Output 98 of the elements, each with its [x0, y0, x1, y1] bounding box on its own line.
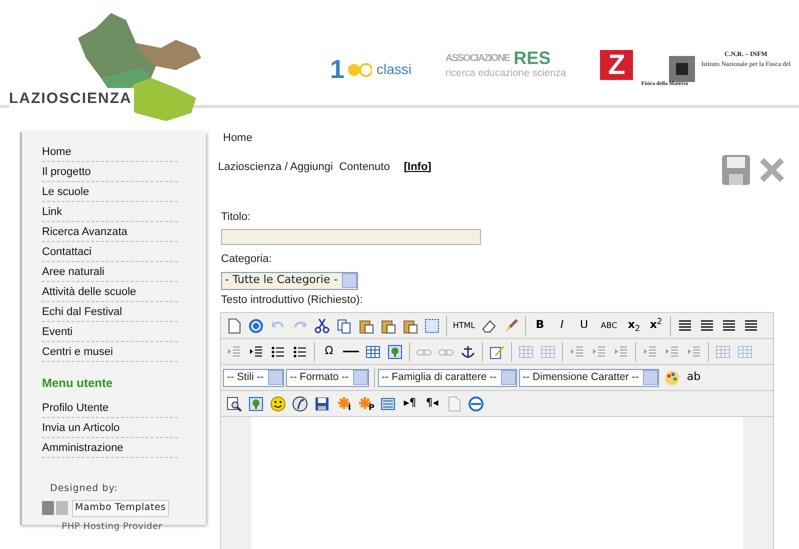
menu-link[interactable]: Le scuole	[42, 182, 178, 202]
clipboard-icon	[358, 318, 374, 334]
menu-link[interactable]: Home	[42, 142, 178, 162]
logo-text: ricerca educazione scienza	[445, 67, 566, 81]
menu-link[interactable]: Ricerca Avanzata	[42, 222, 178, 242]
pencil-icon	[489, 344, 505, 360]
asterisk-icon	[358, 396, 374, 412]
format-button[interactable]: Ω	[318, 342, 340, 362]
menu-link[interactable]: Link	[42, 202, 178, 222]
style-select[interactable]: -- Famiglia di carattere --	[378, 368, 517, 386]
page-icon	[226, 318, 242, 334]
logo-text: LAZIOSCIENZA	[9, 88, 134, 110]
info-link[interactable]: [Info]	[404, 158, 432, 175]
indent-icon	[664, 344, 680, 360]
menu-link[interactable]: Amministrazione	[42, 438, 178, 458]
logo-text: Z	[600, 50, 634, 80]
format-button[interactable]: ab	[682, 368, 705, 388]
table-icon	[518, 344, 534, 360]
format-button[interactable]: U	[573, 316, 595, 336]
logo-text: ASSOCIAZIONE	[445, 52, 510, 66]
list-icon	[292, 344, 308, 360]
style-select[interactable]: -- Formato --	[286, 368, 369, 386]
field-label: Categoria:	[221, 252, 273, 267]
eraser-icon	[481, 318, 497, 334]
clipboard-icon	[402, 318, 418, 334]
menu-link[interactable]: Eventi	[42, 322, 178, 342]
preview-icon	[226, 396, 242, 412]
anchor-icon	[460, 344, 476, 360]
format-button[interactable]: I	[551, 316, 573, 336]
style-select[interactable]: -- Dimensione Caratter --	[518, 368, 659, 386]
floppy-icon	[721, 154, 751, 186]
template-logo-icon	[42, 501, 68, 516]
help-icon	[248, 318, 264, 334]
align-icon	[721, 318, 737, 334]
palette-icon	[664, 370, 680, 386]
template-badge[interactable]: Mambo Templates	[72, 500, 169, 516]
flash-icon	[292, 396, 308, 412]
format-button[interactable]: ▸¶	[399, 394, 421, 414]
format-button[interactable]: x$^{2}$	[645, 316, 667, 336]
clipboard-icon	[380, 318, 396, 334]
indent-icon	[569, 344, 585, 360]
menu-link[interactable]: Attività delle scuole	[42, 282, 178, 302]
list-icon	[270, 344, 286, 360]
table-icon	[737, 344, 753, 360]
circles-icon	[348, 62, 372, 76]
indent-icon	[642, 344, 658, 360]
table-icon	[540, 344, 556, 360]
horizontal-rule-icon	[343, 350, 359, 353]
field-label: Titolo:	[221, 210, 252, 224]
copy-icon	[336, 318, 352, 334]
credit-text: PHP Hosting Provider	[60, 520, 164, 534]
indent-icon	[226, 344, 242, 360]
select-all-icon	[424, 318, 440, 334]
indent-icon	[613, 344, 629, 360]
menu-link[interactable]: Il progetto	[42, 162, 178, 182]
format-button[interactable]: x$_{2}$	[623, 316, 645, 336]
category-select[interactable]: - Tutte le Categorie -	[221, 272, 358, 290]
format-button[interactable]: ¶◂	[421, 394, 443, 414]
align-icon	[677, 318, 693, 334]
table-icon	[715, 344, 731, 360]
scissors-icon	[314, 318, 330, 334]
logo-text: classi	[376, 60, 412, 79]
breadcrumb-text[interactable]: Home	[223, 130, 798, 146]
logo-text: RES	[514, 50, 551, 66]
save-button[interactable]	[720, 152, 752, 186]
indent-icon	[686, 344, 702, 360]
format-button[interactable]: HTML	[450, 316, 478, 336]
title-field[interactable]	[221, 229, 481, 245]
image-icon	[248, 396, 264, 412]
align-icon	[699, 318, 715, 334]
menu-link[interactable]: Profilo Utente	[42, 398, 178, 418]
brush-icon	[503, 318, 519, 334]
format-button[interactable]: ABC	[595, 316, 623, 336]
style-select[interactable]: -- Stili --	[223, 368, 284, 386]
indent-icon	[591, 344, 607, 360]
image-icon	[387, 344, 403, 360]
logo-text: 1	[330, 53, 344, 86]
cube-icon	[667, 54, 698, 84]
menu-link[interactable]: Contattaci	[42, 242, 178, 262]
menu-link[interactable]: Centri e musei	[42, 342, 178, 362]
align-icon	[743, 318, 759, 334]
pathway-text: Lazioscienza / Aggiungi Contenuto	[218, 160, 390, 174]
format-button[interactable]: B	[529, 316, 551, 336]
field-label: Testo introduttivo (Richiesto):	[221, 292, 364, 308]
layer-icon	[380, 396, 396, 412]
toolbar-button[interactable]: P	[355, 394, 377, 414]
menu-link[interactable]: Echi dal Festival	[42, 302, 178, 322]
menu-link[interactable]: Invia un Articolo	[42, 418, 178, 438]
smiley-icon	[270, 396, 286, 412]
indent-icon	[248, 344, 264, 360]
page-icon	[446, 396, 462, 412]
menu-link[interactable]: Aree naturali	[42, 262, 178, 282]
toolbar-button[interactable]: I	[333, 394, 355, 414]
table-icon	[365, 344, 381, 360]
asterisk-icon	[337, 396, 353, 412]
floppy-icon	[314, 396, 330, 412]
credit-text: Designed by:	[50, 482, 119, 496]
menu-heading: Menu utente	[42, 375, 113, 392]
